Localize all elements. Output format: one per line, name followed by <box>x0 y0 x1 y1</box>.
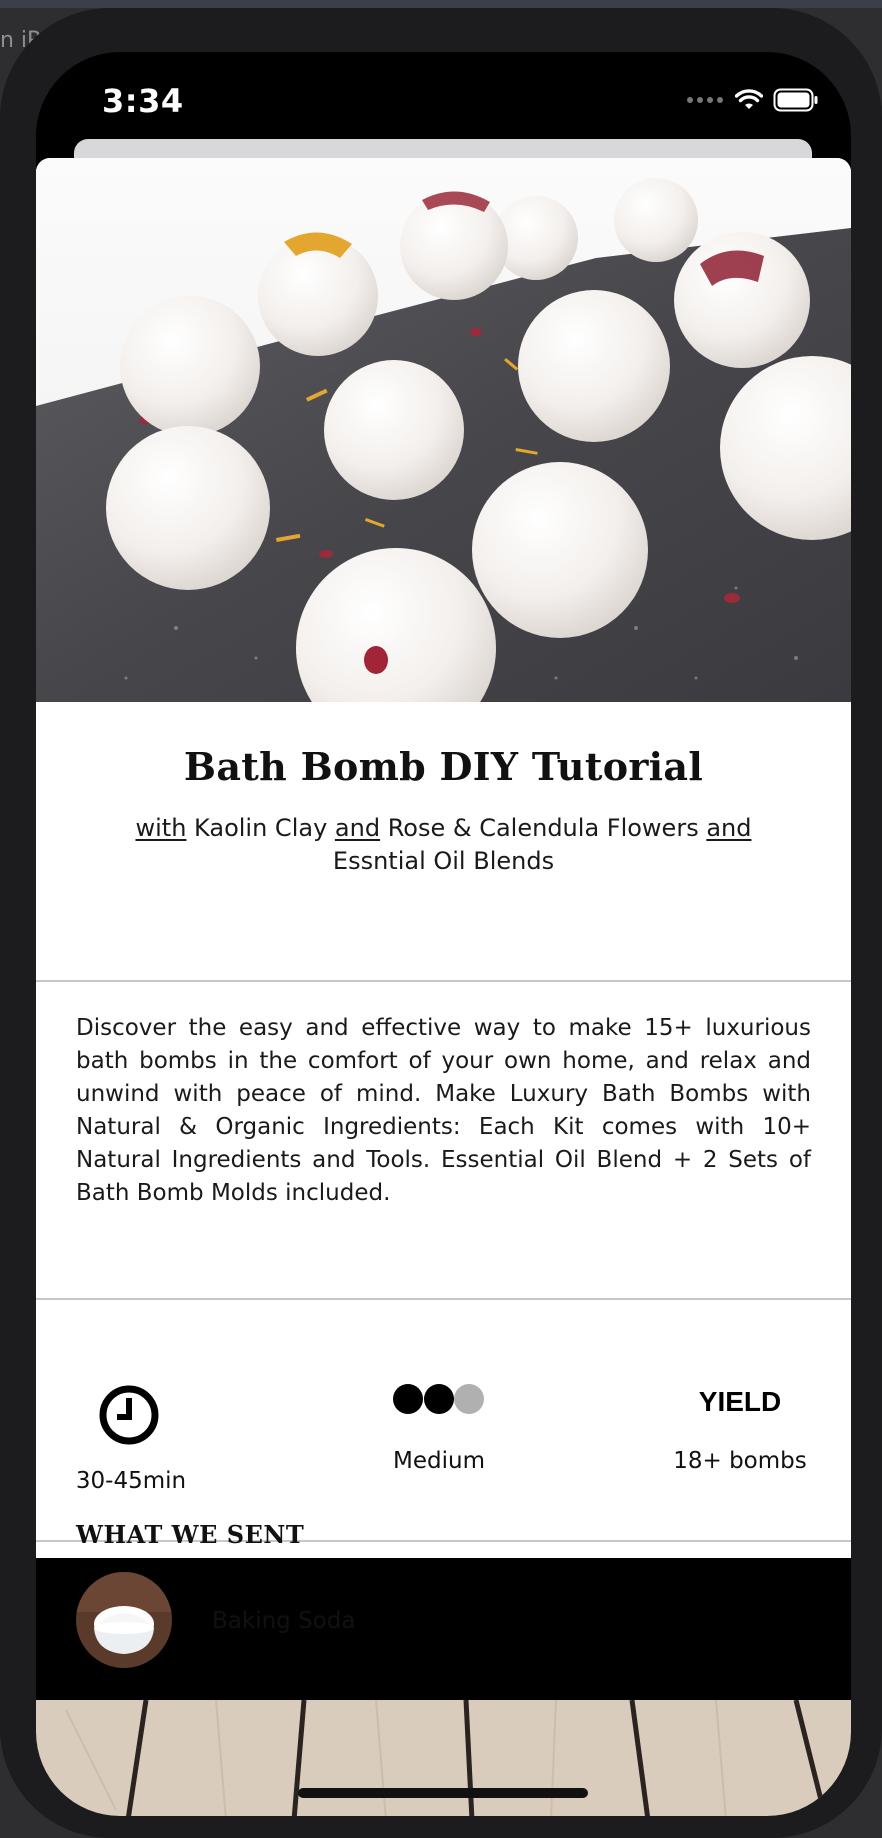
cellular-signal-icon <box>687 97 723 103</box>
hero-image-bath-bombs <box>36 158 851 702</box>
baking-soda-thumbnail[interactable] <box>76 1572 172 1668</box>
difficulty-label: Medium <box>393 1448 485 1474</box>
what-we-sent-heading: WHAT WE SENT <box>76 1520 305 1549</box>
wood-background <box>36 1700 851 1816</box>
simulator-top-bar <box>0 0 882 8</box>
tutorial-subtitle: with Kaolin Clay and Rose & Calendula Fl… <box>96 812 791 878</box>
subtitle-part-oils: Essntial Oil Blends <box>332 847 555 875</box>
phone-screen: 3:34 Bath Bomb DIY Tutorial with Kaolin … <box>36 52 851 1816</box>
wifi-icon <box>735 89 763 109</box>
subtitle-part-and-2: and <box>706 814 752 842</box>
divider-2 <box>36 1298 851 1300</box>
status-icons <box>687 86 819 114</box>
list-item-label: Baking Soda <box>212 1608 356 1634</box>
subtitle-part-kaolin: Kaolin Clay <box>186 814 335 842</box>
difficulty-dots-icon <box>393 1384 484 1414</box>
time-value: 30-45min <box>75 1468 187 1494</box>
tutorial-card[interactable]: Bath Bomb DIY Tutorial with Kaolin Clay … <box>36 158 851 1558</box>
status-time: 3:34 <box>102 82 184 120</box>
iphone-device-frame: 3:34 Bath Bomb DIY Tutorial with Kaolin … <box>0 8 882 1838</box>
yield-value: 18+ bombs <box>673 1448 807 1474</box>
subtitle-part-flowers: Rose & Calendula Flowers <box>380 814 707 842</box>
tutorial-description: Discover the easy and effective way to m… <box>76 1015 811 1206</box>
yield-heading: YIELD <box>698 1386 782 1417</box>
clock-icon <box>99 1385 159 1445</box>
device-notch <box>214 52 672 118</box>
divider-1 <box>36 980 851 982</box>
tutorial-title: Bath Bomb DIY Tutorial <box>183 744 704 789</box>
home-indicator[interactable] <box>298 1788 588 1798</box>
battery-icon <box>773 88 818 112</box>
subtitle-part-and-1: and <box>334 814 381 842</box>
subtitle-part-with: with <box>135 814 187 842</box>
